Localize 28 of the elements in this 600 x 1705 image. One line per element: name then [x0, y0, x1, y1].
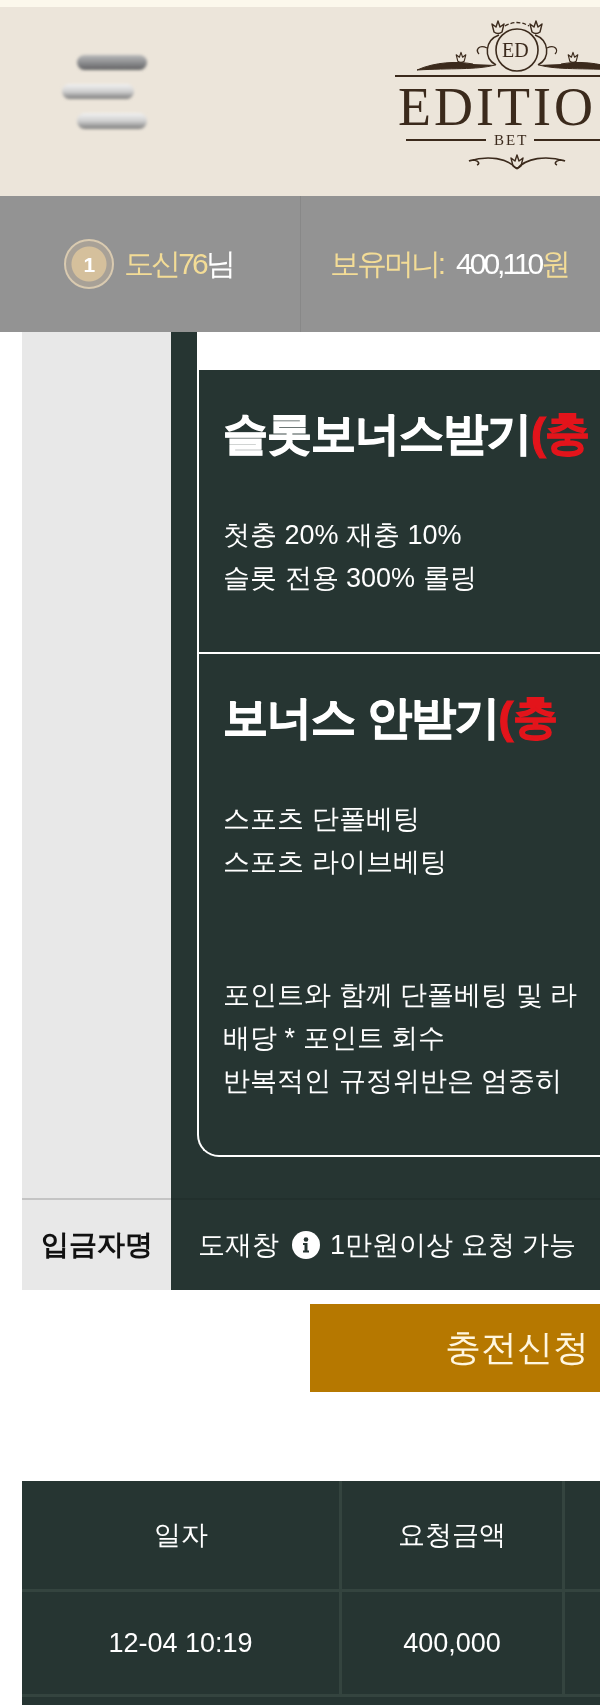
bonus-option-card[interactable]: 슬롯보너스받기(충 첫충 20% 재충 10% 슬롯 전용 300% 롤링 — [197, 370, 600, 654]
table-cell: 400,000 — [342, 1592, 565, 1697]
depositor-name: 도재창 — [198, 1229, 279, 1262]
bonus-title: 슬롯보너스받기 — [223, 407, 531, 461]
bonus-option-card[interactable]: 보너스 안받기(충 스포츠 단폴베팅 스포츠 라이브베팅 포인트와 함께 단폴베팅 및 라 배당 * 포인트 회수 반복적인 규정위반은 엄중히 — [197, 654, 600, 1157]
field-label: 입금자명 — [22, 1198, 171, 1290]
level-badge: 1 — [64, 239, 115, 289]
column-header: 요청금액 — [342, 1481, 565, 1592]
bonus-detail: 첫충 20% 재충 10% — [223, 519, 462, 552]
deposit-hint: 1만원이상 요청 가능 — [330, 1229, 577, 1262]
bonus-note: (충 — [531, 407, 589, 461]
bonus-title: 보너스 안받기 — [223, 691, 499, 745]
balance-label: 보유머니: — [329, 245, 445, 282]
bonus-detail: 스포츠 라이브베팅 — [223, 846, 447, 879]
bonus-detail: 스포츠 단폴베팅 — [223, 803, 420, 836]
bonus-warning: 배당 * 포인트 회수 — [223, 1022, 445, 1055]
bonus-warning: 포인트와 함께 단폴베팅 및 라 — [223, 979, 577, 1012]
table-cell: 12-04 10:19 — [22, 1592, 342, 1697]
bonus-warning: 반복적인 규정위반은 엄중히 — [223, 1065, 562, 1098]
username: 도신76님 — [124, 245, 234, 282]
bonus-note: (충 — [498, 691, 557, 745]
logo-tagline: BET — [493, 132, 530, 148]
logo-monogram: ED — [502, 38, 529, 63]
column-header: 일자 — [22, 1481, 342, 1592]
bonus-detail: 슬롯 전용 300% 롤링 — [223, 562, 477, 595]
info-icon — [292, 1231, 320, 1259]
logo-wordmark[interactable]: EDITIO — [398, 84, 596, 130]
balance-amount: 400,110원 — [456, 245, 570, 282]
